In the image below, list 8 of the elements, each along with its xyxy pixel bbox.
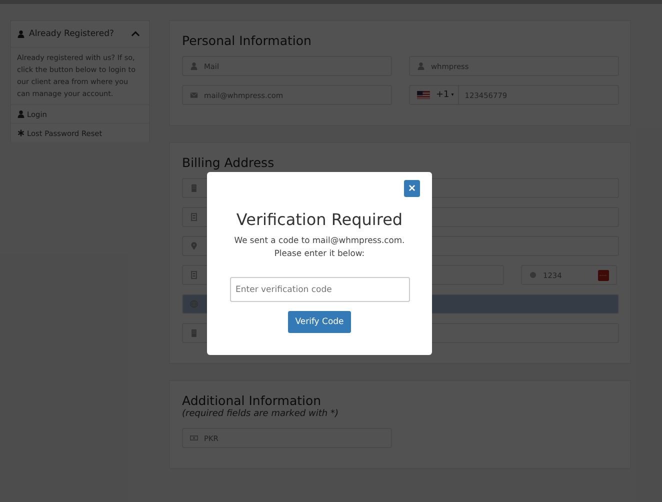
section-title: Billing Address: [182, 155, 276, 170]
section-title: Personal Information: [182, 33, 312, 48]
dialog-message: We sent a code to mail@whmpress.com.: [234, 234, 405, 247]
panel-title: Already Registered?: [29, 29, 115, 39]
dialog-title: Verification Required: [236, 210, 403, 229]
dialog-message: Please enter it below:: [274, 247, 365, 260]
section-note: (required fields are marked with *): [182, 409, 340, 419]
section-title: Additional Information: [182, 393, 322, 408]
